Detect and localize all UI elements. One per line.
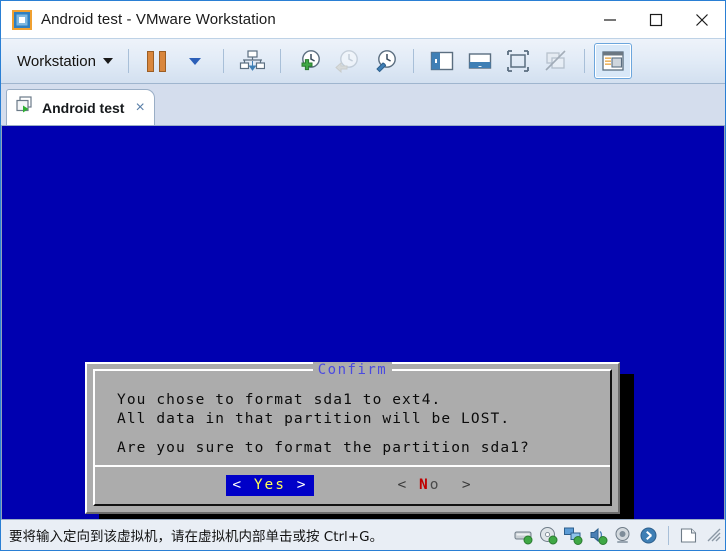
title-rule-right [399, 369, 496, 371]
toolbar-separator [127, 49, 129, 73]
dialog-line-1: You chose to format sda1 to ext4. [117, 392, 442, 408]
document-icon[interactable] [679, 526, 698, 545]
resize-grip-icon[interactable] [707, 528, 721, 542]
no-button-hotkey: N [418, 476, 430, 493]
pause-vm-button[interactable] [138, 43, 176, 79]
bracket-right: > [296, 476, 308, 493]
workstation-menu-label: Workstation [17, 52, 96, 70]
enter-fullscreen-button[interactable] [499, 43, 537, 79]
dialog-line-3 [117, 429, 596, 439]
thumbnail-bar-icon [468, 53, 492, 69]
bracket-left: < [232, 476, 244, 493]
dialog-title: Confirm [312, 362, 393, 378]
library-panel-icon [430, 51, 454, 71]
status-message: 要将输入定向到该虚拟机，请在虚拟机内部单击或按 Ctrl+G。 [9, 529, 384, 545]
chevron-down-icon [102, 58, 113, 64]
vmware-workstation-window: Android test - VMware Workstation Workst… [0, 0, 726, 551]
sound-card-icon[interactable] [589, 526, 608, 545]
dialog-line-4: Are you sure to format the partition sda… [117, 440, 530, 456]
dialog-message: You chose to format sda1 to ext4. All da… [117, 391, 596, 458]
bracket-right: > [461, 476, 473, 493]
title-bar: Android test - VMware Workstation [1, 1, 725, 38]
unity-mode-button[interactable] [537, 43, 575, 79]
minimize-icon[interactable] [587, 1, 633, 38]
hard-disk-icon[interactable] [514, 526, 533, 545]
maximize-icon[interactable] [633, 1, 679, 38]
snapshot-manager-button[interactable] [366, 43, 404, 79]
console-view-icon [602, 51, 624, 71]
fullscreen-icon [507, 50, 529, 72]
revert-snapshot-button[interactable] [328, 43, 366, 79]
no-button[interactable]: < No > [392, 475, 479, 496]
window-controls [587, 1, 725, 38]
status-separator [668, 525, 669, 545]
toolbar-separator [583, 49, 585, 73]
confirm-dialog: Confirm You chose to format sda1 to ext4… [85, 362, 620, 514]
vm-tab-android-test[interactable]: Android test × [6, 89, 155, 125]
workstation-menu-button[interactable]: Workstation [11, 49, 119, 74]
status-device-icons [514, 525, 721, 545]
take-snapshot-button[interactable] [290, 43, 328, 79]
toolbar-separator [222, 49, 224, 73]
bracket-left: < [397, 476, 409, 493]
console-view-button[interactable] [593, 43, 632, 79]
pause-icon [147, 50, 167, 72]
unity-mode-icon [545, 50, 566, 71]
dialog-inner-frame: Confirm You chose to format sda1 to ext4… [93, 362, 612, 506]
dialog-divider [95, 465, 610, 467]
main-toolbar: Workstation [1, 38, 725, 84]
cd-dvd-icon[interactable] [539, 526, 558, 545]
vmware-logo-icon [11, 9, 33, 31]
yes-button[interactable]: < Yes > [226, 474, 314, 496]
close-icon[interactable]: × [135, 99, 144, 116]
webcam-icon[interactable] [614, 526, 633, 545]
vm-running-icon [15, 95, 35, 120]
power-dropdown-button[interactable] [176, 43, 214, 79]
title-rule-left [209, 369, 306, 371]
dialog-line-2: All data in that partition will be LOST. [117, 411, 511, 427]
dialog-title-row: Confirm [95, 362, 610, 378]
close-icon[interactable] [679, 1, 725, 38]
toolbar-separator [279, 49, 281, 73]
yes-button-label: Yes [253, 476, 287, 493]
status-bar: 要将输入定向到该虚拟机，请在虚拟机内部单击或按 Ctrl+G。 [1, 519, 725, 550]
vm-console-screen[interactable]: Confirm You chose to format sda1 to ext4… [1, 126, 725, 519]
network-adapter-icon[interactable] [564, 526, 583, 545]
manage-vm-button[interactable] [233, 43, 271, 79]
no-button-label: o [429, 476, 441, 493]
bluetooth-icon[interactable] [639, 526, 658, 545]
snapshot-manager-icon [376, 50, 396, 73]
vm-tab-strip: Android test × [1, 84, 725, 126]
chevron-down-icon [188, 57, 201, 65]
dialog-button-row: < Yes > < No > [95, 470, 610, 500]
vm-manage-icon [239, 50, 265, 71]
toolbar-separator [412, 49, 414, 73]
window-title: Android test - VMware Workstation [41, 11, 276, 28]
snapshot-add-icon [301, 50, 320, 71]
vm-tab-label: Android test [42, 99, 125, 116]
snapshot-revert-icon [335, 50, 358, 74]
show-library-button[interactable] [423, 43, 461, 79]
show-thumbnails-button[interactable] [461, 43, 499, 79]
